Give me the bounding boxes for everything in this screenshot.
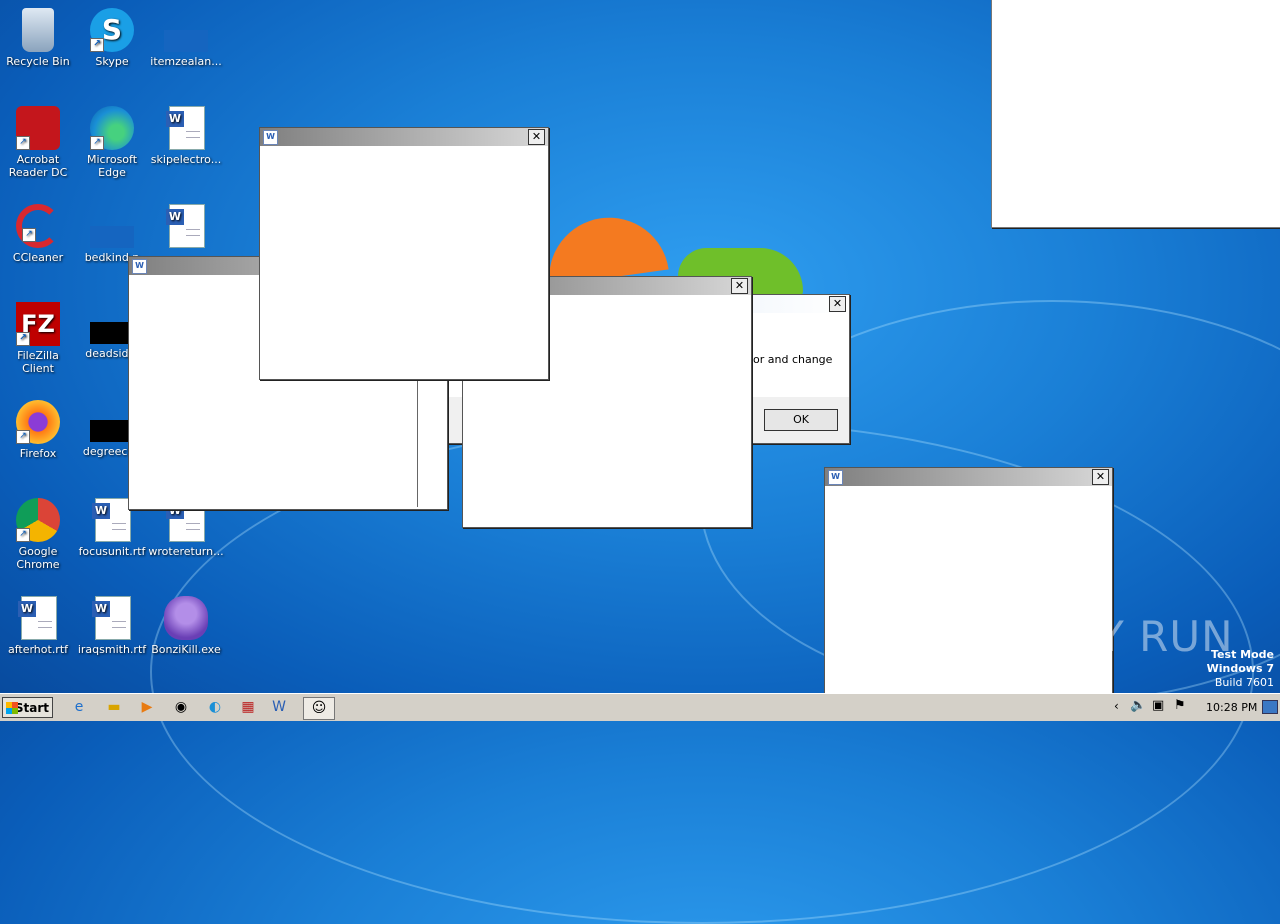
tray-chevron-icon[interactable]: ‹ (1114, 699, 1119, 713)
volume-icon[interactable]: 🔈 (1130, 698, 1146, 713)
window-titlebar[interactable]: W ✕ (825, 468, 1112, 486)
desktop-icon-iraqsmith[interactable]: W iraqsmith.rtf (74, 596, 150, 656)
desktop-icon-skype[interactable]: S ↗ Skype (74, 8, 150, 68)
dialog-message: or and change (753, 353, 833, 366)
anyrun-watermark: ANY RUN (1036, 612, 1234, 661)
word-doc-icon: W (90, 596, 134, 640)
word-doc-icon: W (132, 259, 147, 274)
edge-icon[interactable]: ◐ (204, 697, 226, 718)
word-window-top[interactable]: W ✕ (259, 127, 549, 380)
close-icon[interactable]: ✕ (731, 278, 748, 294)
recycle-bin-icon (22, 8, 54, 52)
word-doc-icon: W (16, 596, 60, 640)
clock[interactable]: 10:28 PM (1206, 701, 1257, 714)
skype-icon: S ↗ (90, 8, 134, 52)
word-doc-icon: W (164, 106, 208, 150)
desktop-icon-filezilla[interactable]: FZ ↗ FileZilla Client (0, 302, 76, 375)
show-desktop-icon[interactable] (1262, 700, 1278, 714)
folder-icon[interactable]: ▬ (103, 697, 125, 718)
window-titlebar[interactable]: W ✕ (260, 128, 548, 146)
wallpaper-logo-orange (541, 209, 669, 287)
word-window-bottom-right[interactable]: W ✕ (824, 467, 1113, 720)
desktop-icon-chrome[interactable]: ↗ Google Chrome (0, 498, 76, 571)
test-mode-text: Test Mode Windows 7 Build 7601 (1206, 648, 1274, 689)
bonzi-taskbar-icon[interactable]: ☺ (303, 697, 335, 720)
close-icon[interactable]: ✕ (528, 129, 545, 145)
winrar-icon[interactable]: ▦ (237, 697, 259, 718)
windows-logo-icon (6, 702, 18, 714)
word-doc-icon: W (164, 204, 208, 248)
taskbar: Start e ▬ ▶ ◉ ◐ ▦ W ☺ ‹ 🔈 ▣ ⚑ 10:28 PM (0, 693, 1280, 721)
desktop-icon-skipelectro[interactable]: W skipelectro... (148, 106, 224, 166)
word-doc-icon: W (828, 470, 843, 485)
bonzi-icon (164, 596, 208, 640)
media-player-icon[interactable]: ▶ (136, 697, 158, 718)
file-icon (90, 226, 134, 248)
network-icon[interactable]: ▣ (1152, 698, 1164, 713)
file-icon (164, 30, 208, 52)
edge-icon: ↗ (90, 106, 134, 150)
desktop-icon-rtf-doc[interactable]: W (148, 204, 224, 251)
desktop-icon-afterhot[interactable]: W afterhot.rtf (0, 596, 76, 656)
desktop-icon-ccleaner[interactable]: ↗ CCleaner (0, 204, 76, 264)
blank-window-top-right[interactable] (991, 0, 1280, 228)
word-taskbar-icon[interactable]: W (268, 697, 290, 718)
chrome-icon: ↗ (16, 498, 60, 542)
chrome-icon[interactable]: ◉ (170, 697, 192, 718)
start-button[interactable]: Start (2, 697, 53, 718)
close-icon[interactable]: ✕ (1092, 469, 1109, 485)
ccleaner-icon: ↗ (16, 204, 60, 248)
system-tray: ‹ 🔈 ▣ ⚑ 10:28 PM (1112, 694, 1280, 721)
ie-icon[interactable]: e (68, 697, 90, 718)
desktop-icon-acrobat[interactable]: ↗ Acrobat Reader DC (0, 106, 76, 179)
desktop-icon-recycle-bin[interactable]: Recycle Bin (0, 8, 76, 68)
filezilla-icon: FZ ↗ (16, 302, 60, 346)
flag-icon[interactable]: ⚑ (1174, 698, 1186, 713)
firefox-icon: ↗ (16, 400, 60, 444)
desktop-icon-edge[interactable]: ↗ Microsoft Edge (74, 106, 150, 179)
acrobat-icon: ↗ (16, 106, 60, 150)
desktop-icon-firefox[interactable]: ↗ Firefox (0, 400, 76, 460)
desktop-icon-itemzealan[interactable]: itemzealan... (148, 8, 224, 68)
desktop-icon-bedkind[interactable]: bedkind.p (74, 204, 150, 264)
desktop-icon-bonzikill[interactable]: BonziKill.exe (148, 596, 224, 656)
word-doc-icon: W (263, 130, 278, 145)
close-icon[interactable]: ✕ (829, 296, 846, 312)
ok-button[interactable]: OK (764, 409, 838, 431)
